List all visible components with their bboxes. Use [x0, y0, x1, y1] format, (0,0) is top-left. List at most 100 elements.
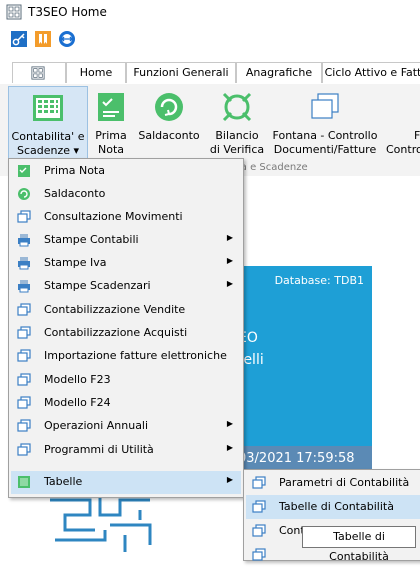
prima-nota-label: Prima Nota	[88, 129, 134, 157]
teamviewer-icon[interactable]	[58, 30, 76, 48]
submenu-arrow-icon: ▶	[226, 279, 233, 288]
ribbon-tabs: Home Funzioni Generali Anagrafiche Ciclo…	[0, 58, 420, 85]
printer-icon	[18, 280, 30, 293]
datetime-text: 03/2021 17:59:58	[238, 451, 355, 466]
window-icon	[17, 210, 31, 223]
window-icon	[17, 443, 31, 456]
menu-item-prima-nota[interactable]: Prima Nota	[11, 160, 241, 183]
window-icon	[17, 326, 31, 339]
button-label-line1: Contabilita' e	[11, 130, 85, 143]
menu-item-tabelle[interactable]: Tabelle ▶	[11, 471, 241, 494]
menu-item-contabilizzazione-acquisti[interactable]: Contabilizzazione Acquisti	[11, 322, 241, 345]
menu-item-operazioni-annuali[interactable]: Operazioni Annuali ▶	[11, 415, 241, 438]
window-icon	[252, 500, 266, 513]
tab-ciclo-attivo[interactable]: Ciclo Attivo e Fatt	[322, 62, 420, 83]
menu-item-label: Stampe Contabili	[44, 233, 139, 246]
menu-item-stampe-iva[interactable]: Stampe Iva ▶	[11, 252, 241, 275]
contabilita-dropdown-menu: Prima Nota Saldaconto Consultazione Movi…	[8, 158, 244, 498]
submenu-item-tabelle-contabilita[interactable]: Tabelle di Contabilità	[246, 495, 420, 519]
button-label-line1: Fontana - Controllo	[272, 129, 378, 142]
submenu-item-label: Tabelle di Contabilità	[279, 500, 394, 513]
submenu-item-parametri-contabilita[interactable]: Parametri di Contabilità	[246, 471, 420, 495]
window-icon	[252, 548, 266, 561]
menu-item-label: Importazione fatture elettroniche	[44, 349, 227, 362]
menu-item-saldaconto[interactable]: Saldaconto	[11, 183, 241, 206]
menu-item-label: Stampe Scadenzari	[44, 279, 151, 292]
title-bar: T3SEO Home	[0, 0, 420, 26]
calculator-icon	[33, 95, 63, 121]
saldaconto-button[interactable]: Saldaconto	[138, 86, 200, 158]
submenu-arrow-icon: ▶	[226, 233, 233, 242]
menu-item-label: Contabilizzazione Vendite	[44, 303, 186, 316]
saldaconto-icon	[155, 93, 183, 121]
submenu-item-label: Cont	[279, 524, 305, 537]
prima-nota-icon	[18, 165, 30, 177]
menu-item-label: Modello F23	[44, 373, 111, 386]
tab-home[interactable]: Home	[66, 62, 126, 83]
saldaconto-label: Saldaconto	[138, 129, 200, 143]
ribbon-group-label: ia e Scadenze	[238, 162, 308, 173]
fontana-label: Fontana - Controllo Documenti/Fatture	[272, 129, 378, 157]
window-icon	[17, 419, 31, 432]
button-label-line1: Prima	[95, 129, 127, 142]
window-icon	[17, 396, 31, 409]
maze-logo-icon	[50, 495, 152, 552]
tab-funzioni-generali[interactable]: Funzioni Generali	[126, 62, 236, 83]
button-label-line2: Contro	[386, 143, 420, 156]
window-icon	[17, 303, 31, 316]
menu-item-label: Operazioni Annuali	[44, 419, 149, 432]
printer-icon	[18, 234, 30, 247]
window-icon	[252, 476, 266, 489]
menu-item-importazione-fatture[interactable]: Importazione fatture elettroniche	[11, 345, 241, 368]
window-icon	[252, 524, 266, 537]
menu-item-label: Modello F24	[44, 396, 111, 409]
submenu-item-label: Parametri di Contabilità	[279, 476, 410, 489]
menu-item-label: Consultazione Movimenti	[44, 210, 183, 223]
contabilita-label: Contabilita' e Scadenze ▾	[9, 130, 87, 158]
menu-item-contabilizzazione-vendite[interactable]: Contabilizzazione Vendite	[11, 299, 241, 322]
orange-bookmark-icon[interactable]	[34, 30, 52, 48]
button-label-line2: Scadenze ▾	[16, 144, 80, 157]
menu-item-modello-f24[interactable]: Modello F24	[11, 392, 241, 415]
submenu-arrow-icon: ▶	[226, 475, 233, 484]
window-icon	[17, 349, 31, 362]
balance-icon	[222, 92, 252, 122]
contabilita-scadenze-button[interactable]: Contabilita' e Scadenze ▾	[8, 86, 88, 160]
button-label-line1: Bilancio	[215, 129, 259, 142]
menu-item-label: Prima Nota	[44, 164, 105, 177]
printer-icon	[18, 257, 30, 270]
menu-item-label: Saldaconto	[44, 187, 106, 200]
menu-item-stampe-scadenzari[interactable]: Stampe Scadenzari ▶	[11, 275, 241, 298]
controllo-button[interactable]: F Contro	[386, 86, 420, 158]
window-icon	[17, 373, 31, 386]
button-label-line1: F	[414, 129, 420, 142]
menu-item-label: Programmi di Utilità	[44, 443, 154, 456]
menu-item-consultazione-movimenti[interactable]: Consultazione Movimenti	[11, 206, 241, 229]
windows-icon	[311, 93, 339, 119]
bilancio-verifica-button[interactable]: Bilancio di Verifica	[206, 86, 268, 158]
tooltip: Tabelle di Contabilità	[302, 526, 416, 563]
window-title: T3SEO Home	[28, 5, 107, 19]
button-label-line2: di Verifica	[209, 143, 265, 156]
menu-item-modello-f23[interactable]: Modello F23	[11, 369, 241, 392]
fontana-controllo-button[interactable]: Fontana - Controllo Documenti/Fatture	[272, 86, 378, 158]
button-label-line2: Nota	[97, 143, 124, 156]
tab-logo[interactable]	[12, 62, 66, 83]
info-panel: Database: TDB1 EO relli	[236, 266, 372, 446]
prima-nota-icon	[98, 93, 124, 121]
bilancio-label: Bilancio di Verifica	[206, 129, 268, 157]
controllo-label: F Contro	[386, 129, 420, 157]
key-icon[interactable]	[10, 30, 28, 48]
menu-item-stampe-contabili[interactable]: Stampe Contabili ▶	[11, 229, 241, 252]
tab-anagrafiche[interactable]: Anagrafiche	[236, 62, 322, 83]
table-icon	[18, 476, 30, 488]
submenu-arrow-icon: ▶	[226, 443, 233, 452]
menu-item-programmi-utilita[interactable]: Programmi di Utilità ▶	[11, 439, 241, 462]
button-label-line1: Saldaconto	[138, 129, 200, 142]
menu-item-label: Stampe Iva	[44, 256, 107, 269]
prima-nota-button[interactable]: Prima Nota	[88, 86, 134, 158]
database-label: Database: TDB1	[274, 274, 364, 287]
saldaconto-icon	[18, 188, 30, 200]
menu-item-label: Tabelle	[44, 475, 83, 488]
button-label-line2: Documenti/Fatture	[273, 143, 377, 156]
